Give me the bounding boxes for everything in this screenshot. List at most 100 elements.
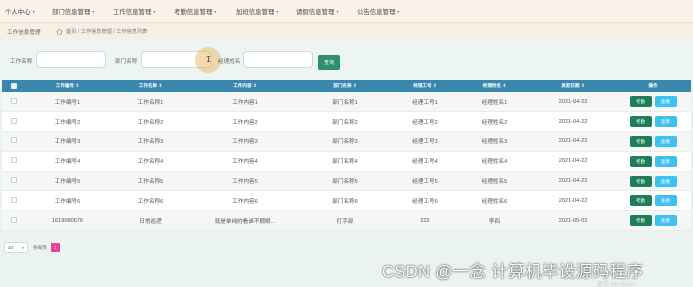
attendance-button[interactable]: 考勤 bbox=[629, 116, 652, 128]
department-name-label: 部门名称 bbox=[115, 59, 138, 65]
cell-work-content: 就是单纯的看谁不顺眼... bbox=[192, 210, 298, 232]
nav-label: 考勤信息管理 bbox=[174, 8, 213, 16]
cell-manager-id: 经理工号5 bbox=[392, 171, 458, 192]
row-checkbox[interactable] bbox=[11, 177, 17, 184]
page-size-select[interactable]: 10 ▾ bbox=[4, 242, 28, 253]
row-checkbox[interactable] bbox=[11, 97, 17, 104]
attendance-button[interactable]: 考勤 bbox=[629, 155, 652, 167]
chevron-down-icon: ▾ bbox=[92, 8, 95, 14]
cell-manager-id: 222 bbox=[392, 210, 458, 232]
cell-work-content: 工作内容2 bbox=[192, 111, 298, 133]
select-all-checkbox[interactable] bbox=[11, 82, 17, 89]
nav-leave-management[interactable]: 请假信息管理 ▾ bbox=[296, 7, 338, 16]
cell-work-id: 工作编号2 bbox=[26, 111, 109, 133]
cell-work-name: 工作名称4 bbox=[109, 151, 192, 172]
cell-start-date: 2021-04-22 bbox=[531, 131, 615, 152]
row-checkbox[interactable] bbox=[11, 196, 17, 203]
col-work-content[interactable]: 工作内容 ⇕ bbox=[192, 80, 298, 92]
chevron-down-icon: ▾ bbox=[32, 8, 35, 14]
cell-manager-name: 经理姓名5 bbox=[458, 171, 531, 192]
cell-work-content: 工作内容3 bbox=[192, 131, 298, 152]
cell-manager-id: 经理工号6 bbox=[392, 190, 458, 212]
manager-name-input[interactable] bbox=[243, 51, 313, 68]
attendance-button[interactable]: 考勤 bbox=[629, 135, 652, 147]
view-button[interactable]: 查看 bbox=[654, 116, 677, 128]
cell-actions: 考勤 查看 bbox=[615, 111, 691, 133]
activate-windows-notice: 激活 Windows bbox=[597, 282, 636, 287]
view-button[interactable]: 查看 bbox=[654, 215, 677, 227]
cell-manager-name: 经理姓名4 bbox=[458, 151, 531, 172]
cell-department: 部门名称3 bbox=[298, 131, 392, 152]
work-name-input[interactable] bbox=[36, 51, 106, 68]
row-checkbox[interactable] bbox=[11, 157, 17, 164]
nav-department-management[interactable]: 部门信息管理 ▾ bbox=[52, 7, 94, 16]
col-manager-id[interactable]: 经理工号 ⇕ bbox=[392, 80, 458, 92]
page-button-current[interactable]: 1 bbox=[50, 243, 60, 252]
chevron-down-icon: ▾ bbox=[276, 8, 279, 14]
nav-label: 工作信息管理 bbox=[113, 8, 152, 16]
col-start-date[interactable]: 发起日期 ⇕ bbox=[531, 80, 615, 92]
row-checkbox[interactable] bbox=[11, 137, 17, 144]
row-checkbox[interactable] bbox=[11, 216, 17, 223]
table-row: 1619080676 日常巡逻 就是单纯的看谁不顺眼... 打手部 222 李四… bbox=[2, 210, 691, 232]
nav-personal-center[interactable]: 个人中心 ▾ bbox=[5, 7, 35, 16]
nav-notice-management[interactable]: 公告信息管理 ▾ bbox=[357, 7, 399, 16]
row-checkbox[interactable] bbox=[11, 117, 17, 124]
cell-work-content: 工作内容4 bbox=[192, 151, 298, 172]
cell-work-content: 工作内容6 bbox=[192, 190, 298, 212]
top-nav: 个人中心 ▾ 部门信息管理 ▾ 工作信息管理 ▾ 考勤信息管理 ▾ 加班信息管理… bbox=[0, 0, 693, 22]
chevron-down-icon: ▾ bbox=[397, 8, 400, 14]
home-icon[interactable] bbox=[56, 28, 63, 35]
page-title: 工作信息管理 bbox=[7, 29, 41, 36]
cell-manager-id: 经理工号3 bbox=[392, 131, 458, 152]
cell-work-name: 工作名称6 bbox=[109, 190, 192, 212]
cell-start-date: 2021-04-22 bbox=[531, 151, 615, 172]
cell-manager-name: 经理姓名2 bbox=[458, 111, 531, 133]
table-header: 工作编号 ⇕ 工作名称 ⇕ 工作内容 ⇕ 部门名称 ⇕ 经理工号 ⇕ 经理姓名 … bbox=[2, 80, 691, 92]
cell-department: 部门名称5 bbox=[298, 171, 392, 192]
nav-attendance-management[interactable]: 考勤信息管理 ▾ bbox=[174, 7, 216, 16]
cell-manager-id: 经理工号4 bbox=[392, 151, 458, 172]
col-work-id[interactable]: 工作编号 ⇕ bbox=[26, 80, 109, 92]
col-manager-name[interactable]: 经理姓名 ⇕ bbox=[458, 80, 531, 92]
cell-work-id: 1619080676 bbox=[26, 210, 109, 232]
attendance-button[interactable]: 考勤 bbox=[629, 96, 652, 108]
select-all-cell bbox=[2, 80, 26, 92]
view-button[interactable]: 查看 bbox=[654, 175, 677, 187]
view-button[interactable]: 查看 bbox=[654, 96, 677, 108]
cell-department: 打手部 bbox=[298, 210, 392, 232]
view-button[interactable]: 查看 bbox=[654, 155, 677, 167]
pagination: 10 ▾ 条每页 1 bbox=[4, 242, 60, 253]
breadcrumb-path[interactable]: 首页 / 工作信息管理 / 工作信息列表 bbox=[66, 28, 147, 35]
nav-overtime-management[interactable]: 加班信息管理 ▾ bbox=[236, 7, 278, 16]
view-button[interactable]: 查看 bbox=[654, 195, 677, 207]
search-button[interactable]: 查询 bbox=[318, 55, 340, 70]
nav-work-management[interactable]: 工作信息管理 ▾ bbox=[113, 7, 155, 16]
table-row: 工作编号4 工作名称4 工作内容4 部门名称4 经理工号4 经理姓名4 2021… bbox=[2, 151, 691, 172]
breadcrumb-bar: 工作信息管理 首页 / 工作信息管理 / 工作信息列表 bbox=[0, 22, 693, 40]
col-department[interactable]: 部门名称 ⇕ bbox=[298, 80, 392, 92]
page-size-value: 10 bbox=[8, 245, 14, 250]
col-work-name[interactable]: 工作名称 ⇕ bbox=[109, 80, 192, 92]
manager-name-label: 经理姓名 bbox=[218, 59, 241, 65]
work-name-label: 工作名称 bbox=[10, 59, 33, 65]
view-button[interactable]: 查看 bbox=[654, 135, 677, 147]
nav-label: 个人中心 bbox=[5, 8, 31, 16]
chevron-down-icon: ▾ bbox=[336, 8, 339, 14]
nav-label: 加班信息管理 bbox=[236, 8, 275, 16]
col-actions: 操作 bbox=[648, 83, 658, 88]
cell-actions: 考勤 查看 bbox=[615, 190, 691, 212]
text-cursor-icon: I bbox=[206, 55, 211, 64]
cell-start-date: 2021-04-22 bbox=[531, 171, 615, 192]
cell-actions: 考勤 查看 bbox=[615, 92, 691, 113]
attendance-button[interactable]: 考勤 bbox=[629, 175, 652, 187]
attendance-button[interactable]: 考勤 bbox=[629, 215, 652, 227]
cell-actions: 考勤 查看 bbox=[615, 131, 691, 152]
cell-work-id: 工作编号3 bbox=[26, 131, 109, 152]
cell-work-id: 工作编号5 bbox=[26, 171, 109, 192]
cell-work-name: 工作名称1 bbox=[109, 92, 192, 113]
nav-label: 请假信息管理 bbox=[296, 8, 335, 16]
cell-work-name: 日常巡逻 bbox=[109, 210, 192, 232]
nav-label: 公告信息管理 bbox=[357, 8, 396, 16]
attendance-button[interactable]: 考勤 bbox=[629, 195, 652, 207]
